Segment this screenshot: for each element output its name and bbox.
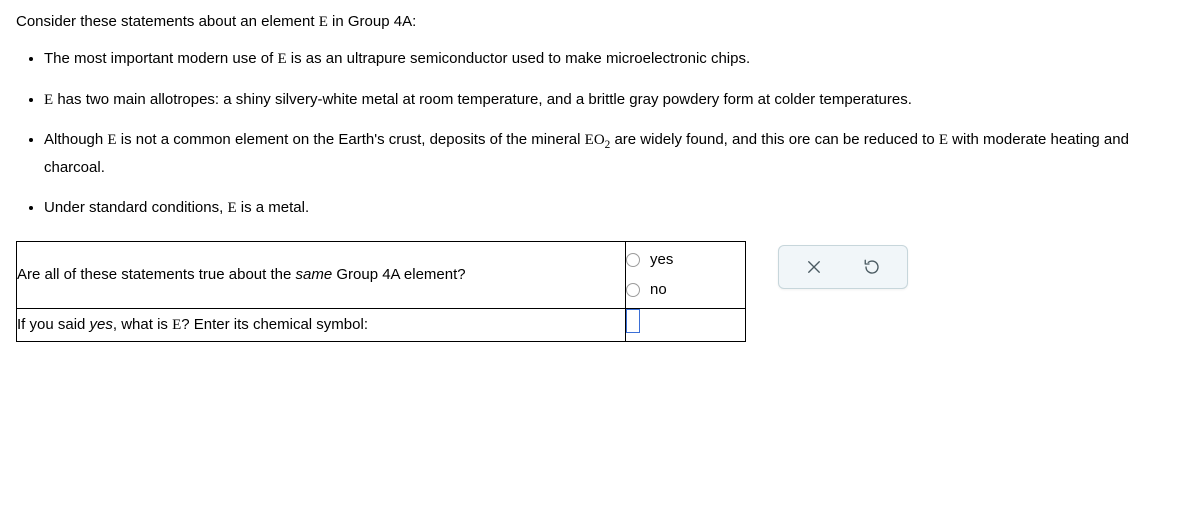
close-button[interactable] bbox=[805, 258, 823, 276]
symbol-E: E bbox=[277, 51, 286, 67]
option-yes-label: yes bbox=[650, 248, 673, 272]
action-toolbar bbox=[778, 245, 908, 289]
q2-a: If you said bbox=[17, 316, 90, 333]
s3-a: Although bbox=[44, 131, 107, 148]
symbol-EO2: EO2 bbox=[585, 132, 611, 148]
statement-3: Although E is not a common element on th… bbox=[44, 127, 1184, 181]
option-yes[interactable]: yes bbox=[626, 248, 745, 272]
close-icon bbox=[805, 258, 823, 276]
symbol-E: E bbox=[172, 317, 181, 333]
s1-b: is as an ultrapure semiconductor used to… bbox=[287, 50, 751, 67]
reset-button[interactable] bbox=[863, 258, 881, 276]
q2-yes: yes bbox=[90, 316, 113, 333]
question-2-cell: If you said yes, what is E? Enter its ch… bbox=[17, 309, 626, 342]
symbol-E: E bbox=[319, 14, 328, 30]
question-1-cell: Are all of these statements true about t… bbox=[17, 242, 626, 309]
radio-icon bbox=[626, 283, 640, 297]
statement-1: The most important modern use of E is as… bbox=[44, 46, 1184, 73]
q1-b: Group 4A element? bbox=[332, 266, 465, 283]
statement-2: E has two main allotropes: a shiny silve… bbox=[44, 87, 1184, 114]
option-no-label: no bbox=[650, 278, 667, 302]
eo2-base: EO bbox=[585, 132, 605, 148]
symbol-E: E bbox=[107, 132, 116, 148]
s3-c: are widely found, and this ore can be re… bbox=[610, 131, 939, 148]
intro-text: Consider these statements about an eleme… bbox=[16, 10, 1184, 34]
intro-suffix: in Group 4A: bbox=[328, 13, 416, 30]
options-cell: yes no bbox=[626, 242, 746, 309]
statement-4: Under standard conditions, E is a metal. bbox=[44, 195, 1184, 222]
q1-same: same bbox=[296, 266, 333, 283]
s4-b: is a metal. bbox=[237, 199, 310, 216]
chemical-symbol-input[interactable] bbox=[626, 309, 640, 333]
s4-a: Under standard conditions, bbox=[44, 199, 227, 216]
radio-icon bbox=[626, 253, 640, 267]
symbol-E: E bbox=[939, 132, 948, 148]
symbol-E: E bbox=[44, 92, 53, 108]
option-no[interactable]: no bbox=[626, 278, 745, 302]
reset-icon bbox=[863, 258, 881, 276]
intro-prefix: Consider these statements about an eleme… bbox=[16, 13, 319, 30]
answer-table: Are all of these statements true about t… bbox=[16, 241, 746, 342]
s2-b: has two main allotropes: a shiny silvery… bbox=[53, 91, 912, 108]
q2-c: ? Enter its chemical symbol: bbox=[181, 316, 368, 333]
q1-a: Are all of these statements true about t… bbox=[17, 266, 296, 283]
s3-b: is not a common element on the Earth's c… bbox=[117, 131, 585, 148]
symbol-input-cell bbox=[626, 309, 746, 342]
s1-a: The most important modern use of bbox=[44, 50, 277, 67]
statements-list: The most important modern use of E is as… bbox=[16, 46, 1184, 221]
symbol-E: E bbox=[227, 200, 236, 216]
q2-b: , what is bbox=[113, 316, 172, 333]
answer-area: Are all of these statements true about t… bbox=[16, 241, 1184, 342]
